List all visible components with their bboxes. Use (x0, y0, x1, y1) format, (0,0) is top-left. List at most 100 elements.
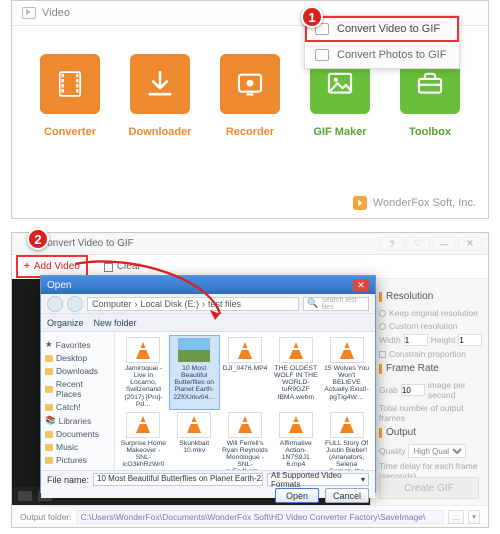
tile-label: Toolbox (392, 126, 468, 138)
menu-item-label: Convert Photos to GIF (337, 49, 446, 61)
clear-label: Clear (117, 261, 141, 272)
browse-folder-button[interactable]: … (448, 510, 464, 524)
window-title: Convert Video to GIF (40, 238, 134, 249)
tile-label: Downloader (122, 126, 198, 138)
output-folder-label: Output folder: (20, 512, 72, 522)
radio-icon (379, 310, 386, 317)
photo-small-icon (315, 49, 329, 61)
gif-maker-menu: Convert Video to GIF Convert Photos to G… (304, 15, 460, 69)
constrain-option[interactable]: Constrain proportion (379, 349, 480, 359)
file-item[interactable]: Affirmative Action-1N7S9J1 6.mp4 (271, 411, 320, 470)
step-badge-2: 2 (27, 228, 49, 250)
close-button[interactable]: ✕ (458, 237, 482, 251)
size-row: Width Height (379, 334, 480, 346)
file-item[interactable]: 15 Wolves You Won't BELIEVE Actually Exi… (322, 336, 371, 409)
dialog-toolbar: Organize New folder (41, 314, 375, 332)
file-item[interactable]: Skunkbait 10.mkv (170, 411, 219, 470)
open-folder-button[interactable]: ▾ (468, 510, 480, 524)
file-item[interactable]: FULL Story Of Justin Bieber! (Arianators… (322, 411, 371, 470)
file-item[interactable]: DJI_0476.MP4 (221, 336, 270, 409)
brand-logo-icon (353, 196, 367, 210)
search-box[interactable]: 🔍 Search test files (303, 297, 369, 311)
output-folder-bar: Output folder: C:\Users\WonderFox\Docume… (12, 505, 488, 527)
add-video-button[interactable]: + Add Video (20, 259, 84, 274)
output-folder-path[interactable]: C:\Users\WonderFox\Documents\WonderFox S… (76, 510, 444, 524)
open-button[interactable]: Open (275, 488, 319, 503)
add-video-label: Add Video (34, 261, 80, 272)
clear-button[interactable]: Clear (104, 261, 141, 272)
width-input[interactable] (404, 334, 428, 346)
custom-resolution-option[interactable]: Custom resolution (379, 321, 480, 331)
radio-icon (379, 323, 386, 330)
height-input[interactable] (458, 334, 482, 346)
grab-row: Grab image per second (379, 380, 480, 400)
quality-select[interactable]: High Quality (408, 444, 466, 458)
file-type-filter[interactable]: All Supported Video Formats▾ (267, 473, 369, 486)
tile-recorder[interactable]: Recorder (212, 54, 288, 138)
toolbox-icon (413, 67, 447, 101)
nav-favorites[interactable]: ★ Favorites (45, 339, 110, 350)
file-name-input[interactable]: 10 Most Beautiful Butterflies on Planet … (93, 473, 263, 486)
nav-item[interactable]: Downloads (45, 366, 110, 376)
open-file-dialog: Open ✕ Computer› Local Disk (E:)› test f… (40, 275, 376, 493)
nav-item[interactable]: Videos (45, 468, 110, 470)
forward-button[interactable] (67, 296, 83, 312)
brand-label: WonderFox Soft, Inc. (373, 197, 476, 209)
create-gif-button[interactable]: Create GIF (379, 477, 479, 499)
nav-item[interactable]: Recent Places (45, 379, 110, 399)
recorder-icon (233, 67, 267, 101)
video-tab-label: Video (42, 7, 70, 19)
menu-convert-video-to-gif[interactable]: Convert Video to GIF (305, 16, 459, 42)
total-frames-label: Total number of output frames (379, 403, 480, 423)
grab-input[interactable] (401, 384, 425, 396)
back-button[interactable] (47, 296, 63, 312)
help-icon[interactable]: ? (380, 237, 404, 251)
trash-icon (104, 262, 113, 272)
tile-label: Recorder (212, 126, 288, 138)
search-icon: 🔍 (307, 298, 318, 309)
file-item[interactable]: Surprise Home Makeover - SNL-icO3khRzWr0… (119, 411, 168, 470)
quality-row: Quality High Quality (379, 444, 480, 458)
file-name-label: File name: (47, 475, 89, 485)
tile-downloader[interactable]: Downloader (122, 54, 198, 138)
checkbox-icon (379, 351, 386, 358)
location-breadcrumb[interactable]: Computer› Local Disk (E:)› test files (87, 297, 299, 311)
organize-button[interactable]: Organize (47, 318, 84, 328)
nav-item[interactable]: Catch! (45, 402, 110, 412)
cancel-button[interactable]: Cancel (325, 488, 369, 503)
nav-item[interactable]: Music (45, 442, 110, 452)
dialog-titlebar: Open ✕ (41, 276, 375, 294)
image-icon (323, 67, 357, 101)
menu-convert-photos-to-gif[interactable]: Convert Photos to GIF (305, 42, 459, 68)
file-list: Jamiroquai - Live in Locarno, Switzerlan… (115, 332, 375, 470)
resolution-header: Resolution (379, 291, 480, 302)
file-item[interactable]: 10 Most Beautiful Butterflies on Planet … (170, 336, 219, 409)
like-icon[interactable]: ♡ (406, 237, 430, 251)
tile-converter[interactable]: Converter (32, 54, 108, 138)
play-button[interactable] (18, 491, 32, 501)
dialog-bottom: File name: 10 Most Beautiful Butterflies… (41, 470, 375, 498)
file-item[interactable]: Will Ferrell's Ryan Reynolds Monologue -… (221, 411, 270, 470)
new-folder-button[interactable]: New folder (94, 318, 137, 328)
nav-item[interactable]: Desktop (45, 353, 110, 363)
download-icon (143, 67, 177, 101)
nav-item[interactable]: Documents (45, 429, 110, 439)
tile-label: Converter (32, 126, 108, 138)
tile-label: GIF Maker (302, 126, 378, 138)
keep-resolution-option[interactable]: Keep original resolution (379, 308, 480, 318)
dialog-close-button[interactable]: ✕ (353, 279, 369, 291)
file-item[interactable]: Jamiroquai - Live in Locarno, Switzerlan… (119, 336, 168, 409)
window-titlebar: Convert Video to GIF ? ♡ — ✕ (12, 233, 488, 255)
nav-item[interactable]: Pictures (45, 455, 110, 465)
step-badge-1: 1 (301, 6, 323, 28)
file-item[interactable]: THE OLDEST WOLF IN THE WORLD-tuR9GZF tBM… (271, 336, 320, 409)
nav-libraries[interactable]: 📚 Libraries (45, 415, 110, 426)
dialog-title: Open (47, 280, 71, 291)
settings-panel: Resolution Keep original resolution Cust… (370, 279, 488, 505)
minimize-button[interactable]: — (432, 237, 456, 251)
video-icon (22, 7, 36, 19)
brand: WonderFox Soft, Inc. (353, 196, 476, 210)
output-header: Output (379, 427, 480, 438)
dialog-nav-pane: ★ Favorites Desktop Downloads Recent Place… (41, 332, 115, 470)
plus-icon: + (24, 261, 30, 272)
